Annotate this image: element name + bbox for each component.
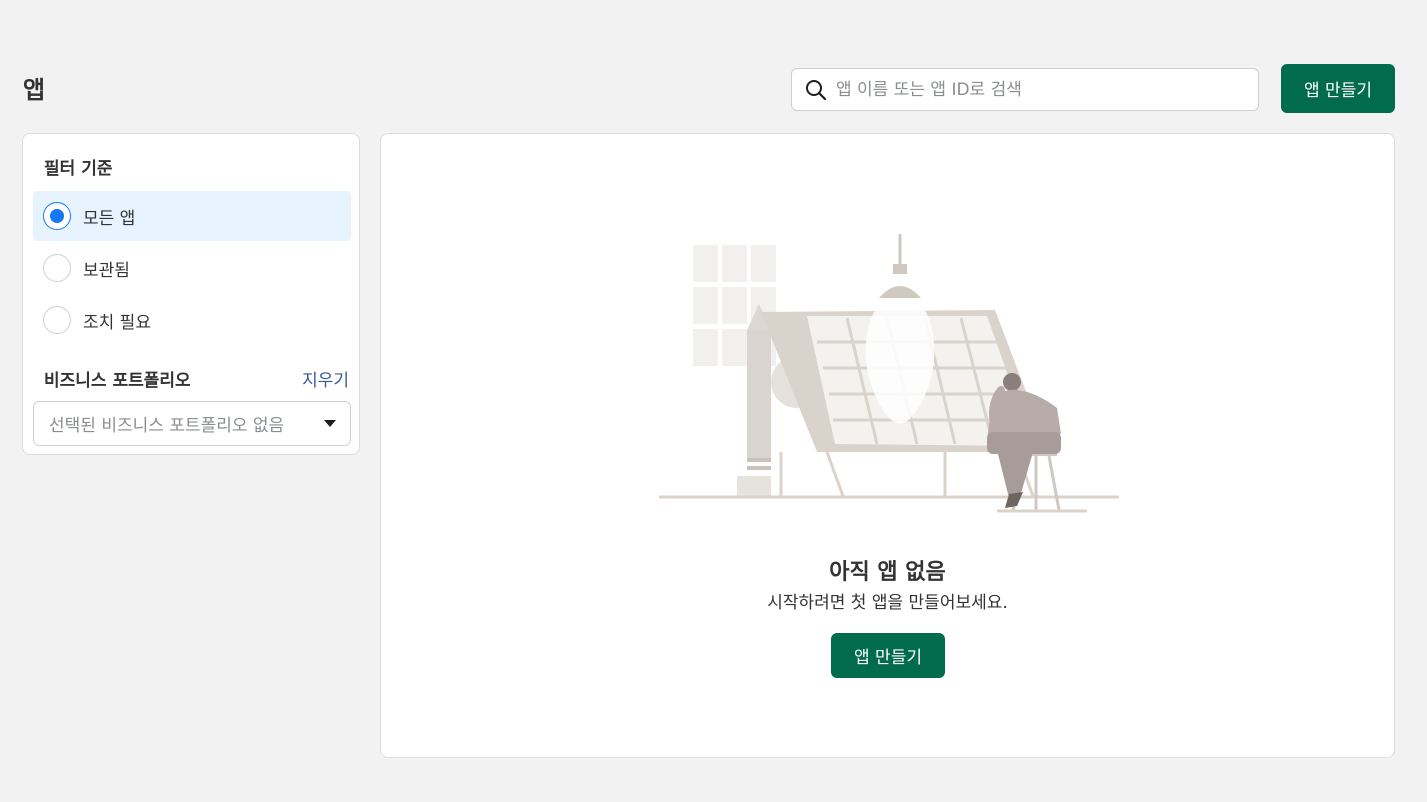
empty-state-subtitle: 시작하려면 첫 앱을 만들어보세요. [767,593,1008,613]
empty-state-illustration [659,234,1119,513]
clear-filter-link[interactable]: 지우기 [302,366,349,391]
business-portfolio-heading: 비즈니스 포트폴리오 [44,371,191,391]
create-first-app-button[interactable]: 앱 만들기 [831,633,945,678]
filter-option-label: 모든 앱 [83,208,136,229]
filter-option-label: 보관됨 [83,260,130,281]
filter-panel: 필터 기준 모든 앱 보관됨 조치 필요 비즈니스 포트폴리오 지우기 선택된 … [22,133,360,455]
search-icon [804,78,828,102]
page-title: 앱 [23,76,45,104]
caret-down-icon [324,420,336,427]
filter-option-all-apps[interactable]: 모든 앱 [33,191,351,241]
filter-option-label: 조치 필요 [83,312,151,333]
filter-option-archived[interactable]: 보관됨 [33,243,351,293]
apps-content-panel: 아직 앱 없음 시작하려면 첫 앱을 만들어보세요. 앱 만들기 [380,133,1395,758]
filter-heading: 필터 기준 [44,159,113,179]
radio-button-checked[interactable] [43,202,71,230]
empty-state-title: 아직 앱 없음 [829,560,946,585]
search-box[interactable] [791,68,1259,111]
filter-option-action-needed[interactable]: 조치 필요 [33,295,351,345]
search-input[interactable] [836,69,1258,110]
create-app-button[interactable]: 앱 만들기 [1281,64,1395,113]
apps-page: 앱 앱 만들기 필터 기준 모든 앱 보관됨 조치 필요 비즈니스 포트폴리오 … [0,0,1427,802]
business-portfolio-dropdown[interactable]: 선택된 비즈니스 포트폴리오 없음 [33,401,351,446]
radio-button[interactable] [43,306,71,334]
business-portfolio-dropdown-value: 선택된 비즈니스 포트폴리오 없음 [49,416,285,436]
radio-button[interactable] [43,254,71,282]
